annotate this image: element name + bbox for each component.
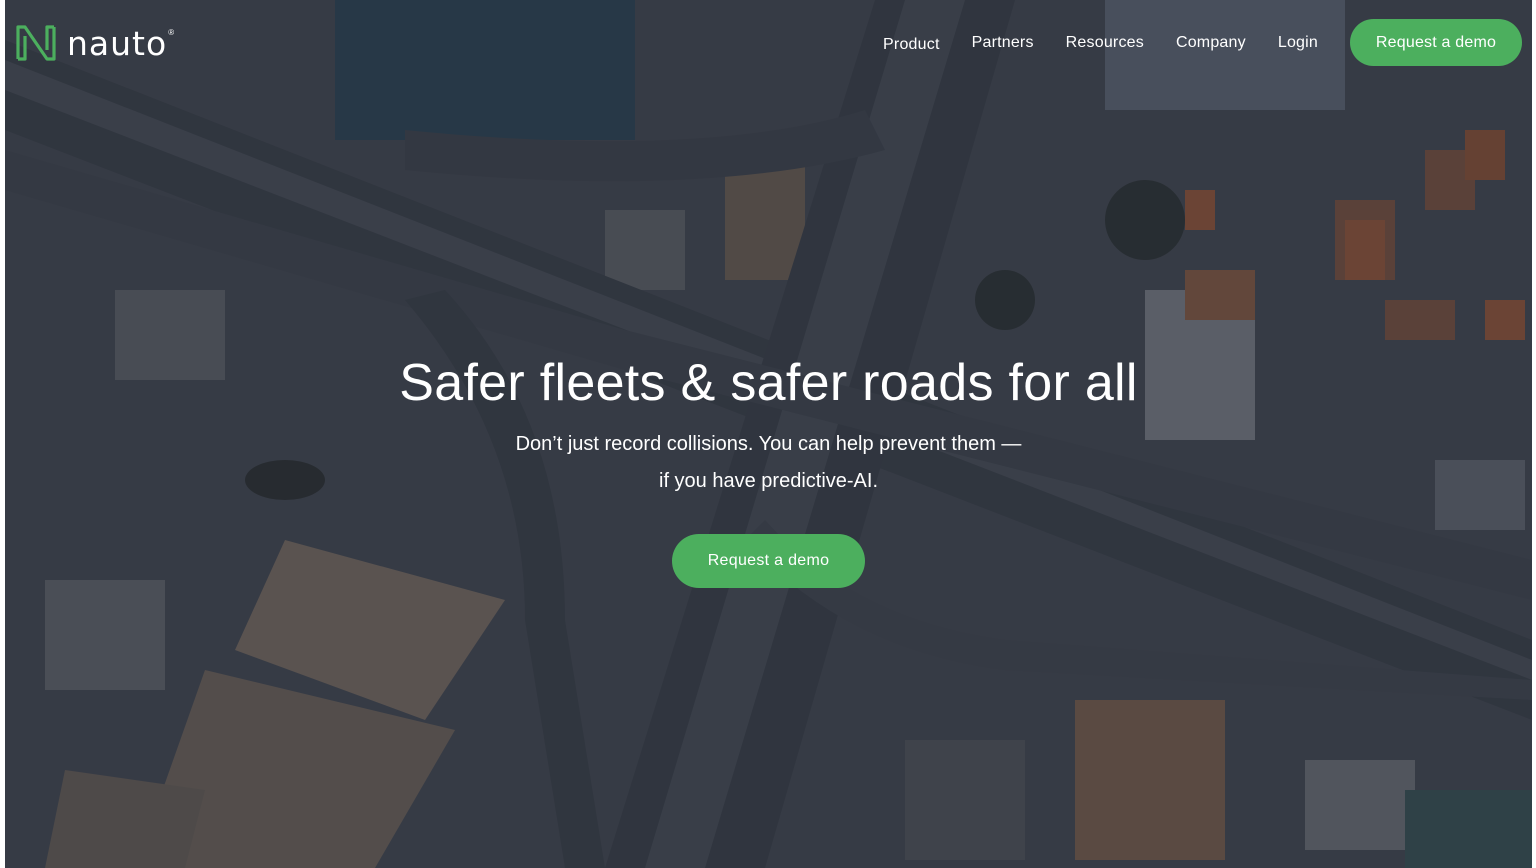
main-nav: Product Partners Resources Company Login… [883,19,1522,66]
nauto-logo[interactable]: nauto ® [15,24,174,62]
nav-item-login[interactable]: Login [1278,34,1318,52]
nav-item-resources[interactable]: Resources [1066,34,1144,52]
nav-item-company[interactable]: Company [1176,34,1246,52]
nav-item-product[interactable]: Product [883,36,940,54]
brand-wordmark: nauto [67,23,168,63]
nav-item-partners[interactable]: Partners [972,34,1034,52]
hero-content: Safer fleets & safer roads for all Don’t… [5,350,1532,588]
hero-request-demo-button[interactable]: Request a demo [672,534,865,588]
site-header: nauto ® Product Partners Resources Compa… [5,0,1532,86]
hero-headline: Safer fleets & safer roads for all [399,354,1138,412]
header-request-demo-button[interactable]: Request a demo [1350,19,1522,66]
hero-section: nauto ® Product Partners Resources Compa… [5,0,1532,868]
nauto-n-logo-icon [16,25,56,61]
registered-mark: ® [168,28,175,37]
hero-subheadline: Don’t just record collisions. You can he… [459,426,1079,500]
hero-subline-1: Don’t just record collisions. You can he… [515,433,1022,455]
hero-subline-2: if you have predictive-AI. [659,470,878,492]
